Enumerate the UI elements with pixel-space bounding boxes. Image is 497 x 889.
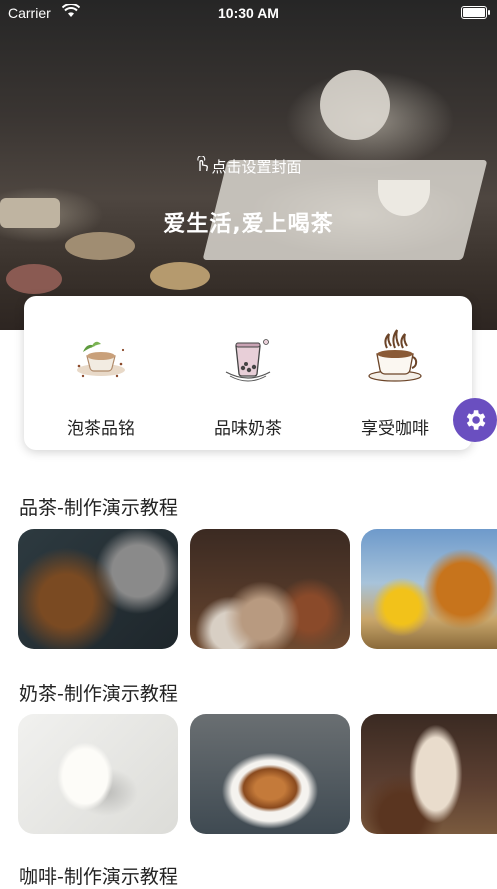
milk-tea-icon [218,326,278,386]
section-title-tea: 品茶-制作演示教程 [19,497,178,519]
set-cover-button[interactable]: 点击设置封面 [0,155,497,177]
tap-hand-icon [195,155,209,176]
category-card: 泡茶品铭 品味奶茶 享受咖啡 [24,296,472,450]
snack-plate-decoration [6,264,62,294]
battery-icon [461,6,490,19]
tutorial-thumbnail[interactable] [190,714,350,834]
category-tea[interactable]: 泡茶品铭 [26,296,176,450]
section-title-coffee: 咖啡-制作演示教程 [19,866,178,888]
set-cover-label: 点击设置封面 [211,158,302,176]
status-bar: Carrier 10:30 AM [0,0,497,26]
category-coffee-label: 享受咖啡 [361,419,429,439]
tea-cup-icon [71,326,131,386]
gear-icon [462,407,488,437]
category-tea-label: 泡茶品铭 [67,419,135,439]
tutorial-thumbnail[interactable] [190,529,350,649]
tutorial-thumbnail[interactable] [361,714,497,834]
teapot-decoration [320,70,390,140]
section-title-milk-tea: 奶茶-制作演示教程 [19,683,178,705]
snack-plate-decoration [150,262,210,290]
category-coffee[interactable]: 享受咖啡 [320,296,470,450]
category-milk-tea[interactable]: 品味奶茶 [173,296,323,450]
tutorial-thumbnail[interactable] [18,714,178,834]
clock: 10:30 AM [218,5,279,21]
coffee-cup-icon [365,326,425,386]
settings-button[interactable] [453,398,497,442]
tutorial-thumbnail[interactable] [361,529,497,649]
hero-slogan: 爱生活,爱上喝茶 [163,212,334,237]
tutorial-thumbnail[interactable] [18,529,178,649]
category-milk-tea-label: 品味奶茶 [214,419,282,439]
